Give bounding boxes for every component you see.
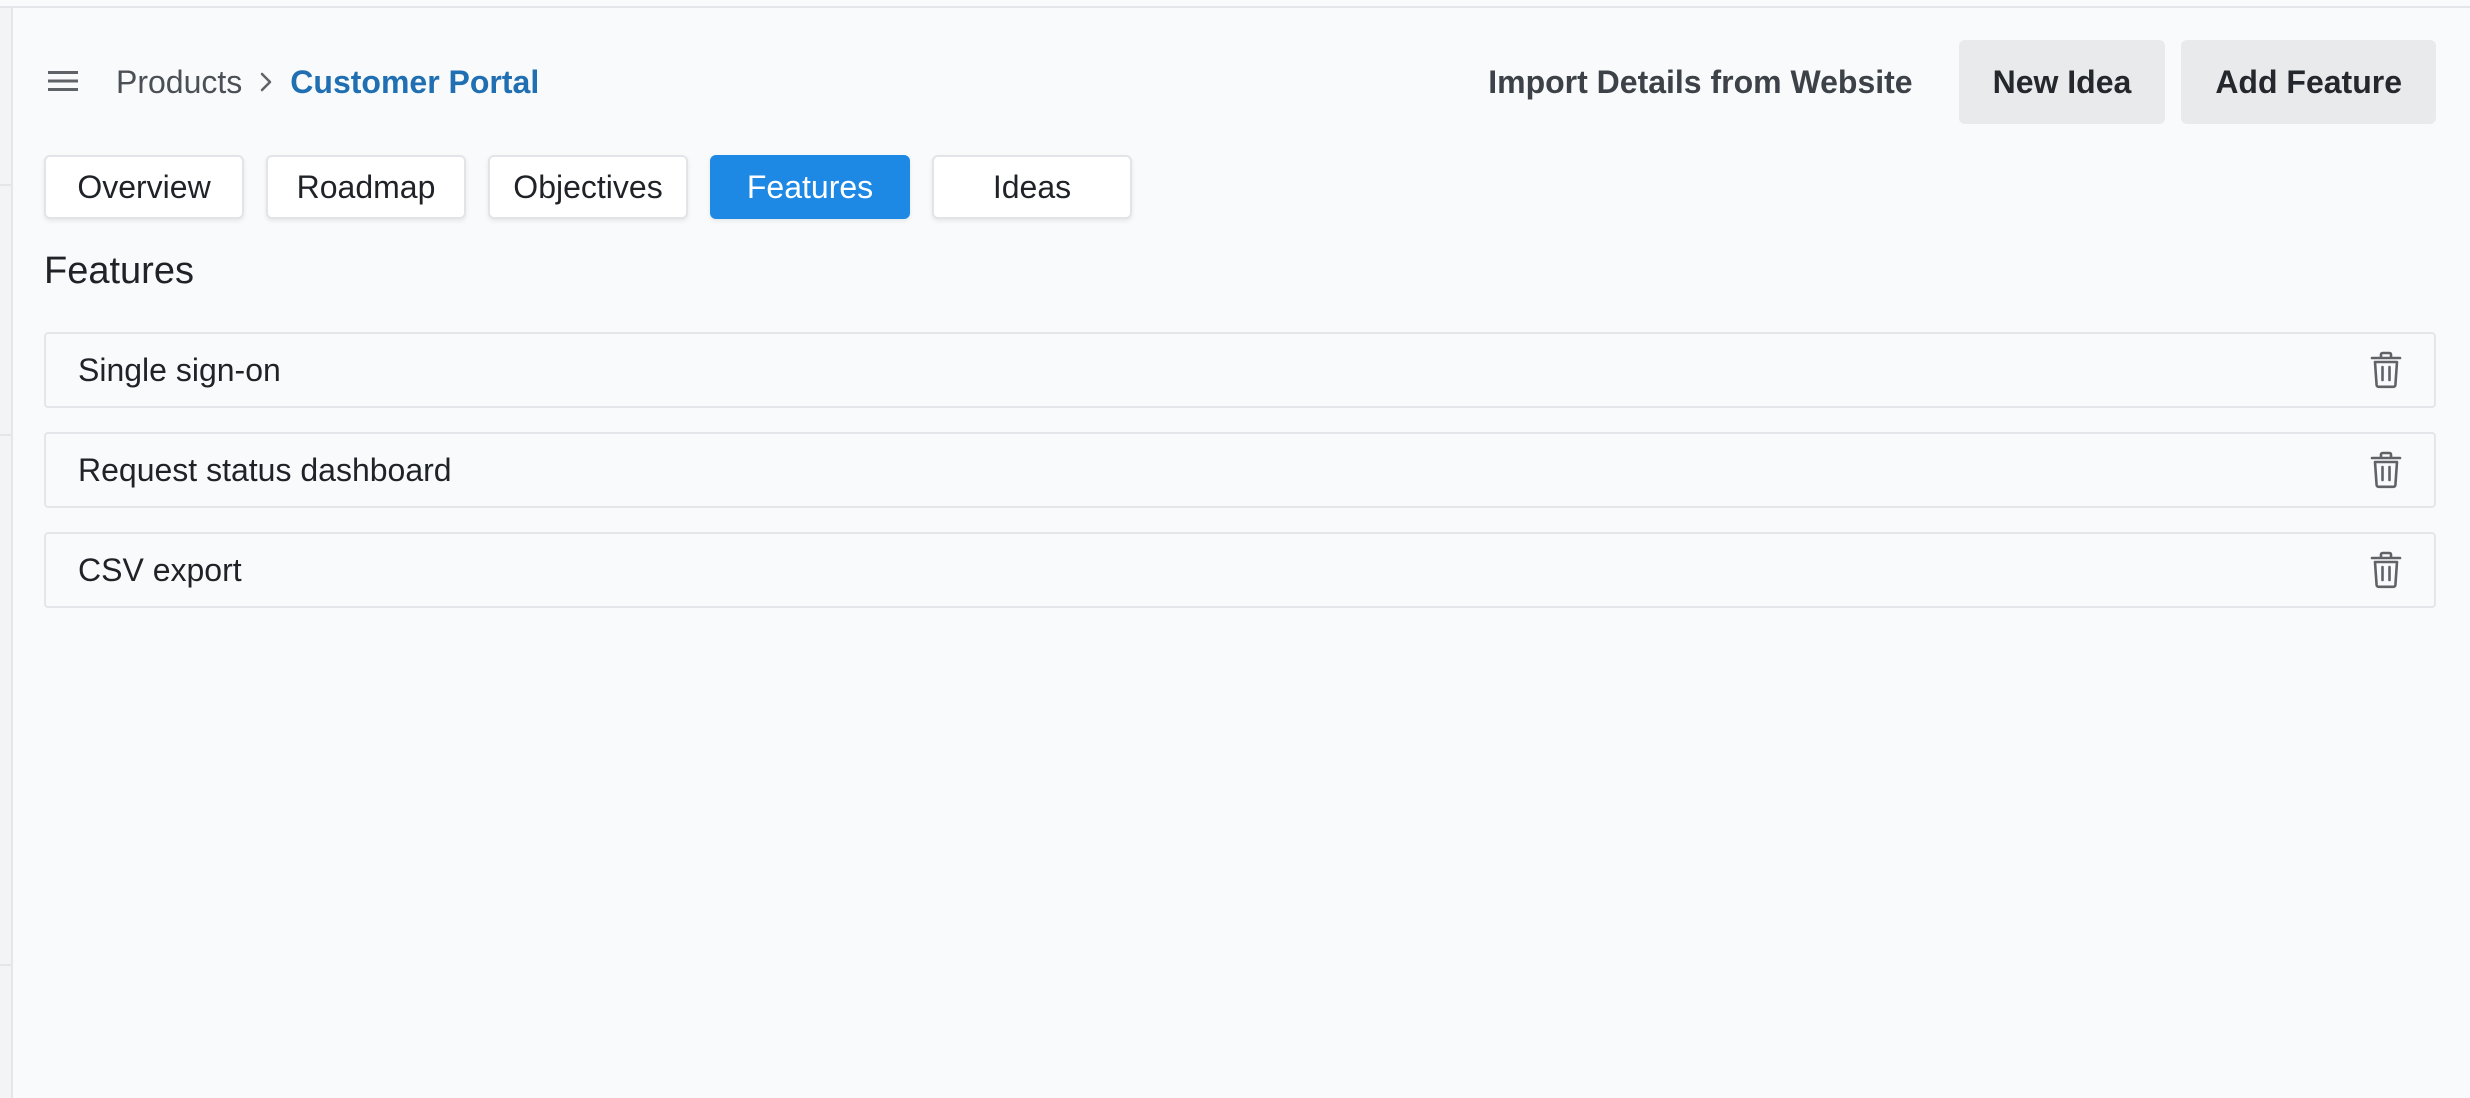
- breadcrumb-current-product[interactable]: Customer Portal: [290, 64, 539, 101]
- feature-name: Single sign-on: [78, 351, 281, 388]
- tab-objectives[interactable]: Objectives: [488, 155, 688, 219]
- product-tabs: Overview Roadmap Objectives Features Ide…: [44, 155, 1132, 219]
- feature-row[interactable]: Single sign-on: [44, 332, 2436, 408]
- import-details-button[interactable]: Import Details from Website: [1488, 64, 1912, 101]
- rail-divider: [0, 964, 11, 966]
- trash-icon[interactable]: [2368, 350, 2404, 390]
- feature-name: Request status dashboard: [78, 451, 452, 488]
- chevron-right-icon: [242, 71, 290, 93]
- breadcrumb-products-link[interactable]: Products: [116, 64, 242, 101]
- rail-divider: [0, 434, 11, 436]
- features-list: Single sign-on Request status dashboard …: [44, 332, 2436, 632]
- hamburger-menu-icon[interactable]: [48, 70, 84, 94]
- left-sidebar-edge: [0, 8, 13, 1098]
- add-feature-button[interactable]: Add Feature: [2181, 40, 2436, 124]
- top-border: [0, 6, 2470, 8]
- tab-features[interactable]: Features: [710, 155, 910, 219]
- tab-overview[interactable]: Overview: [44, 155, 244, 219]
- feature-row[interactable]: CSV export: [44, 532, 2436, 608]
- feature-name: CSV export: [78, 551, 242, 588]
- new-idea-button[interactable]: New Idea: [1958, 40, 2166, 124]
- breadcrumb: Products Customer Portal: [116, 38, 539, 126]
- tab-roadmap[interactable]: Roadmap: [266, 155, 466, 219]
- feature-row[interactable]: Request status dashboard: [44, 432, 2436, 508]
- page-header: Products Customer Portal Import Details …: [44, 38, 2436, 126]
- section-title: Features: [44, 250, 194, 292]
- rail-divider: [0, 184, 11, 186]
- trash-icon[interactable]: [2368, 450, 2404, 490]
- tab-ideas[interactable]: Ideas: [932, 155, 1132, 219]
- header-actions: Import Details from Website New Idea Add…: [1488, 38, 2436, 126]
- trash-icon[interactable]: [2368, 550, 2404, 590]
